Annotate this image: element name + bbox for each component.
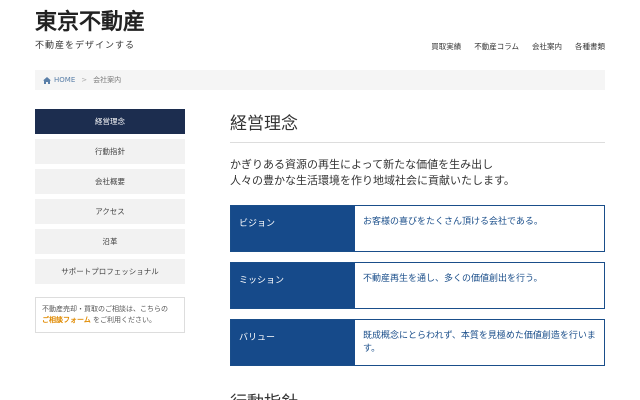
consultation-note-text: 不動産売却・買取のご相談は、こちらの: [42, 305, 168, 313]
breadcrumb-separator: >: [81, 76, 88, 84]
table-row: ビジョン お客様の喜びをたくさん頂ける会社である。: [230, 205, 605, 252]
sidebar-item-access[interactable]: アクセス: [35, 199, 185, 224]
lead-line-2: 人々の豊かな生活環境を作り地域社会に貢献いたします。: [230, 174, 515, 187]
row-value-mission: 不動産再生を通し、多くの価値創出を行う。: [355, 263, 604, 308]
philosophy-lead: かぎりある資源の再生によって新たな価値を生み出し 人々の豊かな生活環境を作り地域…: [230, 157, 605, 189]
sidebar-item-history[interactable]: 沿革: [35, 229, 185, 254]
logo-subtitle: 不動産をデザインする: [35, 41, 136, 51]
breadcrumb-home[interactable]: HOME: [43, 76, 75, 84]
global-nav: 買取実績 不動産コラム 会社案内 各種書類: [431, 41, 605, 52]
table-row: ミッション 不動産再生を通し、多くの価値創出を行う。: [230, 262, 605, 309]
row-label-vision: ビジョン: [231, 206, 355, 251]
row-label-mission: ミッション: [231, 263, 355, 308]
page-title: 経営理念: [230, 109, 605, 143]
nav-item-documents[interactable]: 各種書類: [575, 41, 605, 52]
sidebar-item-overview[interactable]: 会社概要: [35, 169, 185, 194]
breadcrumb-current: 会社案内: [93, 76, 122, 84]
site-logo[interactable]: 東京不動産 不動産をデザインする: [35, 10, 145, 51]
table-row: バリュー 既成概念にとらわれず、本質を見極めた価値創造を行います。: [230, 319, 605, 366]
sidebar-item-guidelines[interactable]: 行動指針: [35, 139, 185, 164]
consultation-note: 不動産売却・買取のご相談は、こちらの ご相談フォーム をご利用ください。: [35, 297, 185, 333]
logo-title: 東京不動産: [35, 10, 146, 35]
row-value-vision: お客様の喜びをたくさん頂ける会社である。: [355, 206, 604, 251]
sidebar-item-support[interactable]: サポートプロフェッショナル: [35, 259, 185, 284]
consultation-form-link[interactable]: ご相談フォーム: [42, 316, 91, 324]
row-value-value: 既成概念にとらわれず、本質を見極めた価値創造を行います。: [355, 320, 604, 365]
nav-item-results[interactable]: 買取実績: [431, 41, 461, 52]
philosophy-table: ビジョン お客様の喜びをたくさん頂ける会社である。 ミッション 不動産再生を通し…: [230, 205, 605, 366]
sidebar-item-philosophy[interactable]: 経営理念: [35, 109, 185, 134]
home-icon: [43, 76, 51, 84]
nav-item-column[interactable]: 不動産コラム: [474, 41, 519, 52]
main-content: 経営理念 かぎりある資源の再生によって新たな価値を生み出し 人々の豊かな生活環境…: [230, 109, 605, 366]
consultation-note-text-after: をご利用ください。: [93, 316, 157, 324]
nav-item-company[interactable]: 会社案内: [532, 41, 562, 52]
lead-line-1: かぎりある資源の再生によって新たな価値を生み出し: [230, 158, 494, 171]
section-title-guidelines: 行動指針: [230, 388, 298, 400]
sidebar: 経営理念 行動指針 会社概要 アクセス 沿革 サポートプロフェッショナル 不動産…: [35, 109, 185, 333]
breadcrumb-home-label: HOME: [54, 76, 76, 84]
row-label-value: バリュー: [231, 320, 355, 365]
breadcrumb: HOME > 会社案内: [35, 70, 605, 90]
